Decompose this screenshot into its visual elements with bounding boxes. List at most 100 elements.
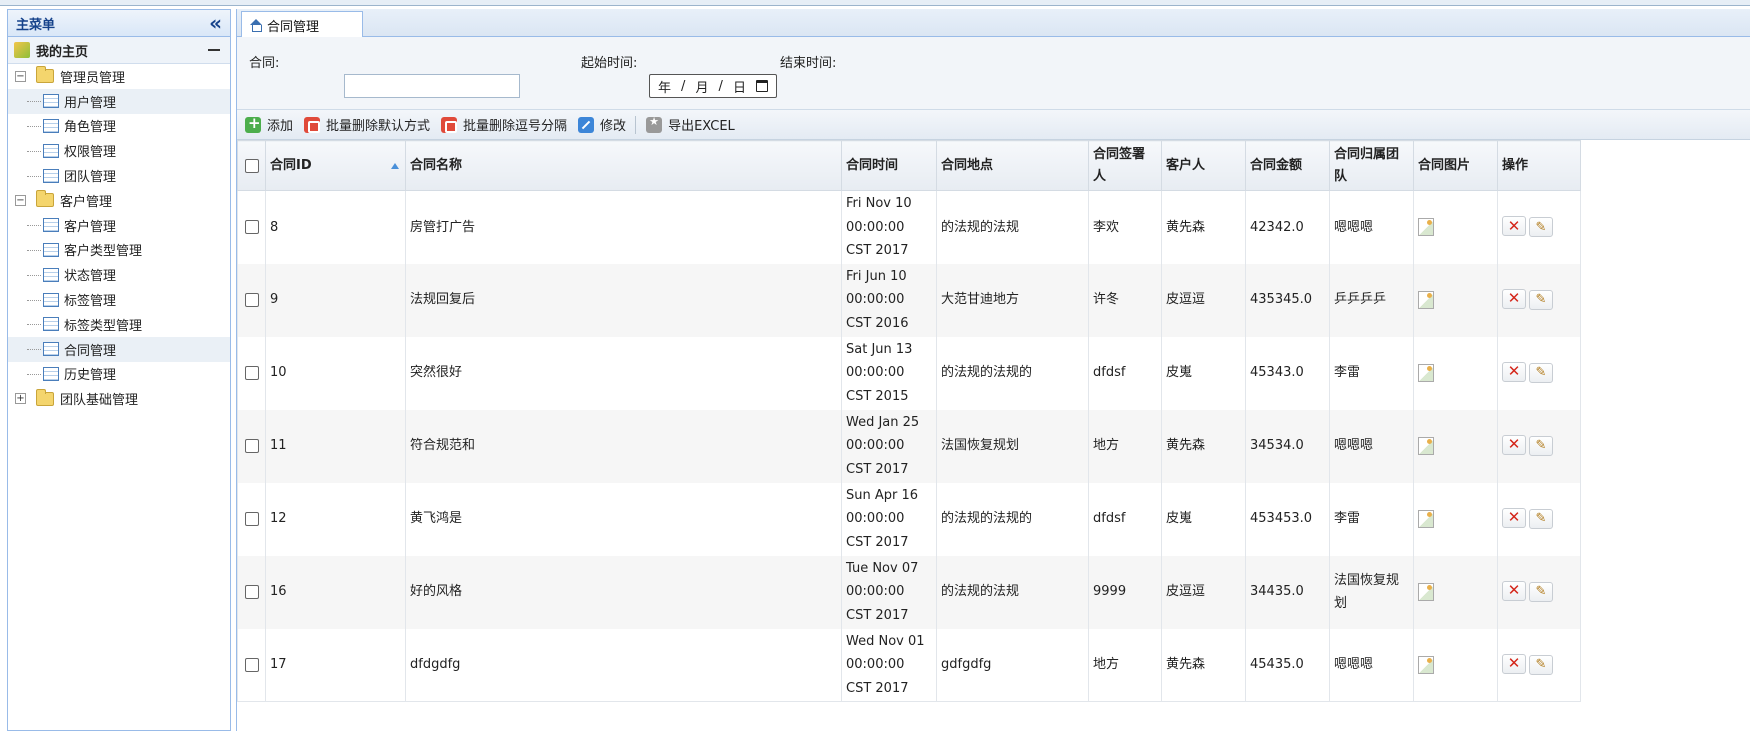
edit-row-button[interactable]: ✎ xyxy=(1529,217,1553,238)
tab-bar: 合同管理 xyxy=(237,9,1750,38)
table-icon xyxy=(43,267,59,282)
table-row[interactable]: 8 房管打广告 Fri Nov 10 00:00:00 CST 2017 的法规的法规… xyxy=(237,190,1581,264)
table-icon xyxy=(43,342,59,357)
tree-item[interactable]: 标签类型管理 xyxy=(8,312,230,337)
header-contract-image[interactable]: 合同图片 xyxy=(1413,140,1498,191)
tab-contract-management[interactable]: 合同管理 xyxy=(241,11,363,38)
row-select-cell[interactable] xyxy=(237,263,266,337)
row-checkbox[interactable] xyxy=(245,512,259,526)
row-checkbox[interactable] xyxy=(245,585,259,599)
edit-row-button[interactable]: ✎ xyxy=(1529,509,1553,529)
edit-row-button[interactable]: ✎ xyxy=(1529,582,1553,602)
tree-connector xyxy=(27,274,41,276)
folder-icon xyxy=(36,190,54,208)
row-select-cell[interactable] xyxy=(237,190,266,264)
header-label: 合同名称 xyxy=(410,157,463,173)
add-button[interactable]: 添加 xyxy=(245,114,293,134)
edit-row-button[interactable]: ✎ xyxy=(1529,290,1553,310)
batch-delete-default-button[interactable]: 批量删除默认方式 xyxy=(304,115,430,134)
delete-row-button[interactable]: ✕ xyxy=(1502,653,1526,674)
edit-row-button[interactable]: ✎ xyxy=(1529,436,1553,456)
batch-delete-comma-button[interactable]: 批量删除逗号分隔 xyxy=(441,115,567,134)
collapse-icon[interactable]: − xyxy=(15,194,26,206)
tree-item[interactable]: 历史管理 xyxy=(8,362,230,387)
table-icon xyxy=(43,143,59,158)
cell-signer: dfdsf xyxy=(1088,336,1162,410)
tree-item[interactable]: 标签管理 xyxy=(8,287,230,312)
row-select-cell[interactable] xyxy=(237,628,266,702)
tree-item[interactable]: 客户管理 xyxy=(8,213,230,238)
delete-row-button[interactable]: ✕ xyxy=(1502,216,1526,237)
row-checkbox[interactable] xyxy=(245,293,259,307)
tree-group-0[interactable]: − 管理员管理 xyxy=(8,64,230,89)
header-contract-amount[interactable]: 合同金额 xyxy=(1245,140,1330,191)
tree-item[interactable]: 状态管理 xyxy=(8,262,230,287)
edit-row-button[interactable]: ✎ xyxy=(1529,363,1553,383)
row-checkbox[interactable] xyxy=(245,366,259,380)
date-sep: / xyxy=(718,78,723,94)
contract-label: 合同: xyxy=(249,56,280,71)
end-time-label: 结束时间: xyxy=(780,56,837,71)
delete-row-button[interactable]: ✕ xyxy=(1502,581,1526,601)
cell-signer: 9999 xyxy=(1088,555,1162,629)
tree-item[interactable]: 权限管理 xyxy=(8,138,230,163)
menu-tree: − 管理员管理 用户管理 角色管理 权限管理 团队管理 − 客户管理 客户管理 客户类型管理 状态管… xyxy=(8,64,230,411)
row-checkbox[interactable] xyxy=(245,439,259,453)
header-contract-signer[interactable]: 合同签署人 xyxy=(1088,140,1162,191)
header-contract-time[interactable]: 合同时间 xyxy=(841,140,937,191)
cell-time: Fri Nov 10 00:00:00 CST 2017 xyxy=(841,190,937,264)
header-contract-place[interactable]: 合同地点 xyxy=(936,140,1089,191)
collapse-icon[interactable]: − xyxy=(15,70,26,82)
main-menu-title: 主菜单 xyxy=(16,17,56,33)
row-select-cell[interactable] xyxy=(237,336,266,410)
row-select-cell[interactable] xyxy=(237,409,266,483)
tree-item[interactable]: 角色管理 xyxy=(8,114,230,139)
my-home-item[interactable]: 我的主页 xyxy=(8,37,230,64)
header-label: 合同归属团队 xyxy=(1334,146,1400,184)
tree-connector xyxy=(27,349,41,351)
collapse-left-icon[interactable]: « xyxy=(209,13,222,33)
row-checkbox[interactable] xyxy=(245,220,259,235)
row-select-cell[interactable] xyxy=(237,555,266,629)
header-contract-team[interactable]: 合同归属团队 xyxy=(1329,140,1414,191)
select-all-checkbox[interactable] xyxy=(245,158,259,173)
broken-image-icon xyxy=(1418,218,1434,237)
table-row[interactable]: 10 突然很好 Sat Jun 13 00:00:00 CST 2015 的法规的法规… xyxy=(237,336,1581,410)
sort-asc-icon[interactable] xyxy=(391,162,399,169)
modify-button[interactable]: 修改 xyxy=(578,115,626,134)
table-row[interactable]: 17 dfdgdfg Wed Nov 01 00:00:00 CST 2017 gdf… xyxy=(237,628,1581,702)
header-contract-name[interactable]: 合同名称 xyxy=(405,140,842,191)
expand-icon[interactable]: + xyxy=(15,393,26,405)
calendar-icon[interactable] xyxy=(755,80,768,92)
header-contract-id[interactable]: 合同ID xyxy=(265,140,406,191)
tree-connector xyxy=(27,150,41,152)
cell-id: 11 xyxy=(265,409,406,483)
export-excel-button[interactable]: 导出EXCEL xyxy=(646,115,735,134)
table-row[interactable]: 16 好的风格 Tue Nov 07 00:00:00 CST 2017 的法规的法规… xyxy=(237,555,1581,629)
tree-group-1[interactable]: − 客户管理 xyxy=(8,188,230,213)
table-row[interactable]: 12 黄飞鸿是 Sun Apr 16 00:00:00 CST 2017 的法规的法规… xyxy=(237,482,1581,556)
table-row[interactable]: 9 法规回复后 Fri Jun 10 00:00:00 CST 2016 大范甘迪地方… xyxy=(237,263,1581,337)
tree-item[interactable]: 客户类型管理 xyxy=(8,238,230,263)
tree-item[interactable]: 团队管理 xyxy=(8,163,230,188)
tree-item[interactable]: 合同管理 xyxy=(8,336,230,362)
start-date-input[interactable]: 年 / 月 / 日 xyxy=(649,74,777,98)
minimize-icon[interactable] xyxy=(208,49,220,51)
row-checkbox[interactable] xyxy=(245,657,259,672)
tree-group-2[interactable]: + 团队基础管理 xyxy=(8,386,230,411)
date-sep: / xyxy=(681,78,686,94)
delete-row-button[interactable]: ✕ xyxy=(1502,362,1526,382)
cell-signer: 许冬 xyxy=(1088,263,1162,337)
cell-name: 好的风格 xyxy=(405,555,842,629)
delete-row-button[interactable]: ✕ xyxy=(1502,289,1526,309)
contract-input[interactable] xyxy=(344,74,520,98)
table-icon xyxy=(43,168,59,183)
delete-row-button[interactable]: ✕ xyxy=(1502,508,1526,528)
tree-item[interactable]: 用户管理 xyxy=(8,88,230,114)
row-select-cell[interactable] xyxy=(237,482,266,556)
edit-row-button[interactable]: ✎ xyxy=(1529,654,1553,675)
header-customer[interactable]: 客户人 xyxy=(1161,140,1246,191)
delete-row-button[interactable]: ✕ xyxy=(1502,435,1526,455)
select-all-cell[interactable] xyxy=(237,140,266,191)
table-row[interactable]: 11 符合规范和 Wed Jan 25 00:00:00 CST 2017 法国恢复规… xyxy=(237,409,1581,483)
